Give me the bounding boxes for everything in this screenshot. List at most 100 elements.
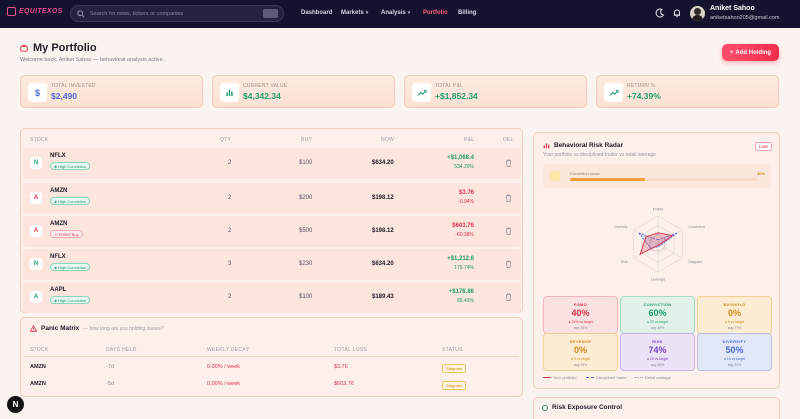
pm-col-days: DAYS HELD [106, 347, 137, 353]
fomo-tag-label: FOMO Buy [58, 231, 79, 237]
plus-icon: + [729, 49, 734, 56]
next-logo-button[interactable]: N [7, 396, 24, 413]
metric-target: ● 20 vs target [646, 320, 669, 324]
metric-fomo: FOMO 40% ● 25% vs target avg 35% [543, 296, 618, 334]
metric-value: 40% [571, 308, 590, 318]
col-stock: STOCK [30, 137, 49, 143]
legend-label: Disciplined trader [596, 375, 627, 380]
metric-value: 74% [648, 345, 667, 355]
stat-value: $2,490 [51, 91, 77, 101]
nav-portfolio[interactable]: Portfolio [423, 10, 448, 16]
avatar[interactable] [690, 6, 705, 21]
conviction-progress [570, 178, 757, 181]
metric-avg: avg 35% [573, 326, 588, 330]
shield-icon: ◈ [54, 297, 58, 303]
metric-avg: avg 25% [573, 363, 588, 367]
radar-axis-label: Leverage [651, 278, 666, 282]
status-badge: Stagnant [442, 381, 467, 390]
col-pl: P&L [464, 137, 475, 143]
metric-value: 60% [648, 308, 667, 318]
divider [24, 356, 519, 357]
pl-percent: -60.38% [455, 232, 474, 238]
qty-value: 2 [228, 228, 232, 234]
legend-swatch [543, 377, 551, 378]
nav-markets-label: Markets [341, 10, 364, 16]
qty-value: 2 [228, 160, 232, 166]
stat-card-total-pnl: TOTAL P&L +$1,852.34 [404, 75, 587, 108]
nav-billing-label: Billing [458, 10, 477, 16]
holding-row[interactable]: N NFLX ◈ High Conviction 3 $230 $634.20 +… [23, 249, 521, 280]
moon-icon[interactable] [655, 8, 665, 18]
trash-icon[interactable] [505, 293, 512, 301]
shield-icon: ◈ [54, 163, 58, 169]
nav-dashboard[interactable]: Dashboard [301, 10, 332, 16]
ticker-symbol: NFLX [50, 254, 66, 260]
status-badge: Stagnant [442, 364, 467, 373]
nav-markets[interactable]: Markets ▾ [341, 10, 368, 16]
legend-label: Your portfolio [553, 375, 577, 380]
holding-row[interactable]: A AMZN ⚠ FOMO Buy 2 $500 $198.12 $603.76 … [23, 216, 521, 247]
trash-icon[interactable] [505, 159, 512, 167]
lightning-icon [550, 171, 560, 181]
logo-icon [7, 7, 16, 16]
n-icon: N [12, 400, 19, 409]
metric-name: REVENGE [569, 339, 592, 344]
pm-decay: 0.00% / week [207, 364, 241, 370]
nav-analysis[interactable]: Analysis ▾ [381, 10, 410, 16]
holding-row[interactable]: N NFLX ◈ High Conviction 2 $100 $634.20 +… [23, 148, 521, 179]
holding-row[interactable]: A AMZN ◈ High Conviction 2 $200 $198.12 $… [23, 183, 521, 214]
col-qty: QTY [220, 137, 232, 143]
add-holding-label: Add Holding [735, 49, 772, 56]
user-name: Aniket Sahoo [710, 5, 755, 12]
stat-label: TOTAL INVESTED [51, 83, 96, 89]
metric-value: 50% [725, 345, 744, 355]
search-icon [77, 9, 85, 18]
metric-value: 0% [573, 345, 587, 355]
shield-icon: ◈ [54, 198, 58, 204]
ticker-chip: A [30, 225, 42, 237]
pm-loss: $603.76 [334, 381, 354, 387]
bar-chart-icon [543, 143, 550, 149]
metric-name: FOMO [573, 302, 588, 307]
chevron-down-icon: ▾ [407, 10, 411, 16]
metric-diversify: DIVERSIFY 50% ● 16 vs target avg 30% [697, 333, 772, 371]
pm-col-status: STATUS [442, 347, 463, 353]
radar-chart: FOMO Conviction Stagnant Leverage Risk Divers… [614, 208, 704, 282]
conviction-label: Conviction score [570, 171, 600, 176]
pm-days: -5d [106, 381, 114, 387]
nav-billing[interactable]: Billing [458, 10, 476, 16]
page-subtitle: Welcome back, Aniket Sahoo — behavioral … [20, 57, 165, 63]
col-del: DEL [503, 137, 514, 143]
dollar-icon: $ [28, 83, 47, 102]
radar-axis-label: FOMO [653, 208, 664, 212]
radar-subtitle: Your portfolio vs disciplined trader vs … [543, 152, 656, 158]
trash-icon[interactable] [505, 260, 512, 268]
legend-retail: Retail average [635, 375, 671, 380]
ticker-chip: N [30, 157, 42, 169]
holding-row[interactable]: A AAPL ◈ High Conviction 2 $100 $189.43 +… [23, 282, 521, 313]
brand-logo[interactable]: EQUITEXOS [7, 7, 63, 16]
conviction-tag-label: High Conviction [58, 264, 87, 270]
add-holding-button[interactable]: + Add Holding [722, 44, 779, 61]
metric-target: ● 25 vs target [646, 357, 669, 361]
col-now: NOW [381, 137, 395, 143]
nav-portfolio-label: Portfolio [423, 10, 448, 16]
stat-value: +$1,852.34 [435, 91, 478, 101]
panic-matrix-title-text: Panic Matrix [41, 325, 80, 332]
now-value: $198.12 [372, 228, 394, 234]
fomo-tag: ⚠ FOMO Buy [50, 230, 83, 238]
buy-value: $500 [299, 228, 313, 234]
buy-value: $200 [299, 195, 313, 201]
stat-label: TOTAL P&L [435, 83, 464, 89]
conviction-progress-fill [570, 178, 645, 181]
metric-avg: avg 38% [650, 363, 665, 367]
search-input[interactable] [90, 10, 260, 17]
now-value: $198.12 [372, 195, 394, 201]
buy-value: $100 [299, 160, 313, 166]
trash-icon[interactable] [505, 194, 512, 202]
qty-value: 3 [228, 261, 232, 267]
search-bar[interactable] [70, 5, 284, 22]
bell-icon[interactable] [672, 8, 682, 18]
conviction-percent: 40% [757, 171, 766, 176]
trash-icon[interactable] [505, 227, 512, 235]
